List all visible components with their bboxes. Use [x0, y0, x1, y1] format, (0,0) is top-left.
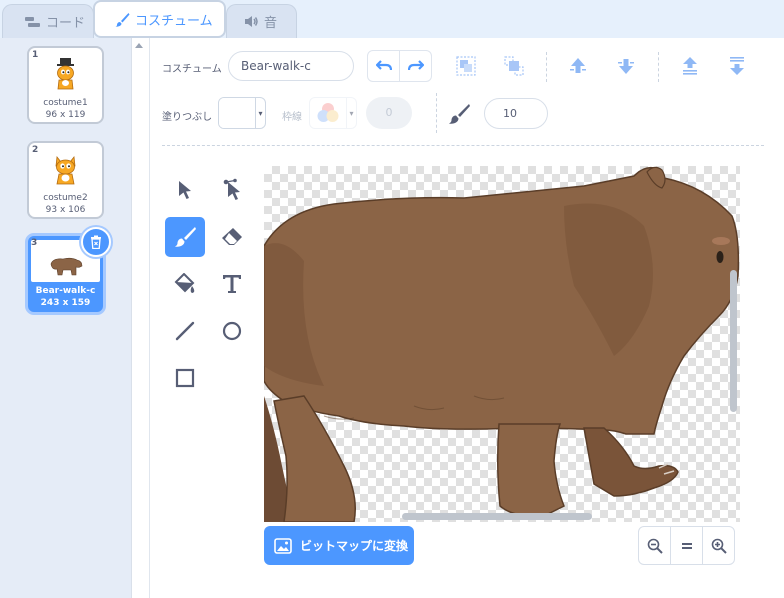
fill-icon [174, 273, 195, 293]
costume-thumbnail [29, 54, 102, 96]
cat-icon [55, 155, 75, 185]
ungroup-button[interactable] [499, 51, 529, 81]
tab-code[interactable]: コード [2, 4, 94, 38]
costume-list: 1 costume1 96 x 119 2 costume2 93 x 106 … [0, 38, 132, 598]
fill-swatch [219, 98, 256, 128]
front-icon [683, 57, 697, 75]
trash-icon [91, 235, 101, 249]
fill-color-picker[interactable]: ▾ [218, 97, 266, 129]
costume-name-label: コスチューム [162, 64, 222, 75]
toolbar-divider [658, 52, 659, 82]
select-icon [179, 181, 191, 199]
undo-button[interactable] [368, 51, 399, 81]
convert-to-bitmap-label: ビットマップに変換 [300, 539, 409, 553]
toolbar-divider [436, 93, 437, 133]
fill-label: 塗りつぶし [162, 112, 213, 123]
brush-size-icon-wrap [444, 99, 474, 129]
tool-select[interactable] [165, 170, 205, 210]
tool-line[interactable] [165, 311, 205, 351]
brush-icon [175, 227, 196, 247]
zoom-reset-icon [681, 542, 692, 549]
tool-brush[interactable] [165, 217, 205, 257]
chevron-down-icon: ▾ [349, 108, 354, 118]
tab-costumes[interactable]: コスチューム [93, 0, 226, 38]
zoom-out-icon [647, 538, 663, 554]
text-icon [223, 275, 241, 293]
redo-icon [407, 60, 424, 71]
zoom-out-button[interactable] [639, 527, 670, 564]
brush-size-input[interactable]: 10 [484, 98, 548, 129]
tab-costumes-label: コスチューム [135, 13, 213, 29]
costume-item-1[interactable]: 1 costume1 96 x 119 [27, 46, 104, 124]
chevron-down-icon: ▾ [258, 108, 263, 118]
reshape-icon [223, 178, 240, 200]
zoom-in-button[interactable] [702, 527, 734, 564]
outline-label: 枠線 [282, 112, 302, 123]
group-button[interactable] [451, 51, 481, 81]
cat-top-hat-icon [56, 58, 74, 90]
tool-text[interactable] [212, 264, 252, 304]
costume-size: 243 x 159 [40, 298, 91, 308]
eraser-icon [222, 228, 242, 245]
rectangle-icon [175, 368, 195, 388]
tool-circle[interactable] [212, 311, 252, 351]
bitmap-image-icon [274, 537, 292, 554]
forward-icon [570, 58, 586, 73]
forward-button[interactable] [563, 51, 593, 81]
horizontal-scrollbar[interactable] [402, 513, 592, 520]
paintbrush-icon [115, 12, 130, 27]
code-blocks-icon [25, 16, 40, 27]
vertical-scrollbar[interactable] [730, 270, 737, 412]
zoom-reset-button[interactable] [670, 527, 702, 564]
editor-tab-bar: コード コスチューム 音 [0, 0, 784, 38]
costume-size: 93 x 106 [45, 205, 86, 215]
convert-to-bitmap-button[interactable]: ビットマップに変換 [264, 526, 414, 565]
undo-icon [375, 60, 392, 71]
tab-code-label: コード [46, 16, 86, 31]
tool-reshape[interactable] [212, 170, 252, 210]
tab-sounds-label: 音 [264, 16, 278, 31]
bear-costume-image [264, 166, 740, 522]
undo-redo-group [367, 50, 432, 82]
back-button[interactable] [722, 51, 752, 81]
delete-costume-button[interactable] [81, 227, 111, 257]
costume-thumbnail [29, 149, 102, 191]
speaker-icon [245, 16, 258, 27]
brush-size-icon [449, 104, 470, 124]
backward-button[interactable] [611, 51, 641, 81]
tool-fill[interactable] [165, 264, 205, 304]
outline-color-picker[interactable]: ▾ [309, 97, 357, 129]
zoom-controls [638, 526, 735, 565]
tab-sounds[interactable]: 音 [226, 4, 297, 38]
outline-swatch [310, 98, 347, 128]
ungroup-icon [504, 56, 524, 76]
circle-icon [222, 321, 242, 341]
tool-eraser[interactable] [212, 217, 252, 257]
back-icon [730, 57, 744, 75]
bear-icon [50, 257, 82, 276]
costume-name: costume1 [43, 98, 88, 108]
color-circles-icon [317, 103, 339, 122]
toolbar-divider-horizontal [162, 145, 764, 146]
outline-width-input[interactable]: 0 [366, 97, 412, 129]
redo-button[interactable] [399, 51, 431, 81]
costume-name: costume2 [43, 193, 88, 203]
group-icon [456, 56, 476, 76]
costume-size: 96 x 119 [45, 110, 86, 120]
tool-rectangle[interactable] [165, 358, 205, 398]
costume-name-input[interactable]: Bear-walk-c [228, 51, 354, 81]
costume-item-2[interactable]: 2 costume2 93 x 106 [27, 141, 104, 219]
zoom-in-icon [711, 538, 727, 554]
costume-name: Bear-walk-c [35, 286, 96, 296]
collapse-arrow-icon [135, 43, 143, 48]
costume-item-3[interactable]: 3 Bear-walk-c 243 x 159 [25, 227, 111, 315]
line-icon [175, 321, 195, 341]
backward-icon [618, 59, 634, 74]
toolbar-divider [546, 52, 547, 82]
paint-canvas[interactable] [264, 166, 740, 522]
front-button[interactable] [675, 51, 705, 81]
